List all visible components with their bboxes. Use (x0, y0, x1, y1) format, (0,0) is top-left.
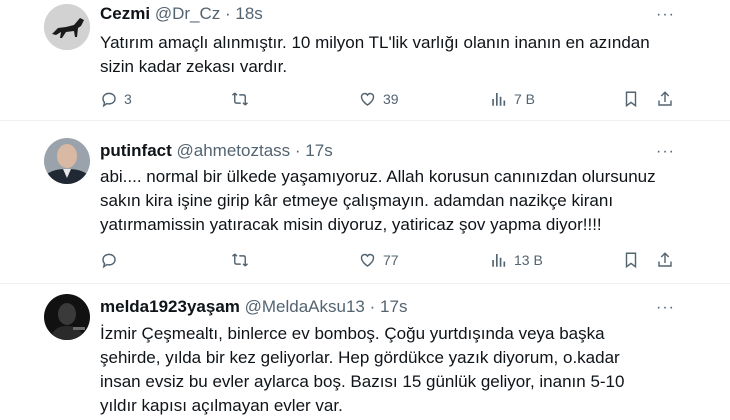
views-count: 13 B (514, 252, 543, 268)
share-icon (658, 252, 672, 267)
tweet-header: Cezmi @Dr_Cz · 18s (100, 4, 263, 24)
tweet-header: melda1923yaşam @MeldaAksu13 · 17s (100, 297, 407, 317)
tweet-1[interactable]: Cezmi @Dr_Cz · 18s ··· Yatırım amaçlı al… (0, 0, 730, 121)
more-icon[interactable]: ··· (656, 6, 675, 24)
repost-button[interactable] (230, 251, 256, 269)
handle[interactable]: @ahmetoztass (177, 141, 291, 160)
handle[interactable]: @MeldaAksu13 (245, 297, 365, 316)
repost-icon (231, 253, 249, 267)
tweet-3[interactable]: melda1923yaşam @MeldaAksu13 · 17s ··· İz… (0, 284, 730, 420)
views-button[interactable]: 7 B (490, 90, 535, 108)
repost-icon (231, 92, 249, 106)
tweet-text: abi.... normal bir ülkede yaşamıyoruz. A… (100, 167, 656, 234)
like-count: 39 (383, 91, 399, 107)
views-icon (492, 254, 506, 267)
timestamp[interactable]: 18s (235, 4, 262, 23)
tweet-text: İzmir Çeşmealtı, binlerce ev bomboş. Çoğ… (100, 324, 625, 415)
reply-button[interactable]: 3 (100, 90, 132, 108)
action-bar: 3 39 7 B (100, 90, 680, 112)
share-button[interactable] (656, 90, 674, 108)
bookmark-icon (625, 252, 637, 269)
bookmark-icon (625, 91, 637, 108)
timestamp[interactable]: 17s (305, 141, 332, 160)
like-count: 77 (383, 252, 399, 268)
display-name[interactable]: putinfact (100, 141, 172, 160)
reply-count: 3 (124, 91, 132, 107)
tweet-2[interactable]: putinfact @ahmetoztass · 17s ··· abi....… (0, 121, 730, 284)
like-icon (360, 253, 375, 267)
views-button[interactable]: 13 B (490, 251, 543, 269)
display-name[interactable]: Cezmi (100, 4, 150, 23)
share-icon (658, 91, 672, 106)
views-icon (492, 93, 506, 106)
separator: · (369, 297, 376, 316)
reply-icon (102, 253, 116, 269)
repost-button[interactable] (230, 90, 256, 108)
views-count: 7 B (514, 91, 536, 107)
avatar-melda[interactable] (44, 294, 90, 340)
tweet-header: putinfact @ahmetoztass · 17s (100, 141, 333, 161)
action-bar: 77 13 B (100, 251, 680, 273)
share-button[interactable] (656, 251, 674, 269)
timestamp[interactable]: 17s (380, 297, 407, 316)
more-icon[interactable]: ··· (656, 299, 675, 317)
more-icon[interactable]: ··· (656, 143, 675, 161)
handle[interactable]: @Dr_Cz (155, 4, 220, 23)
separator: · (294, 141, 301, 160)
avatar-cezmi[interactable] (44, 4, 90, 50)
display-name[interactable]: melda1923yaşam (100, 297, 240, 316)
reply-button[interactable] (100, 251, 124, 269)
avatar-putinfact[interactable] (44, 138, 90, 184)
reply-icon (102, 92, 116, 108)
like-icon (360, 92, 375, 106)
separator: · (224, 4, 231, 23)
like-button[interactable]: 77 (358, 251, 399, 269)
like-button[interactable]: 39 (358, 90, 399, 108)
bookmark-button[interactable] (622, 90, 640, 108)
bookmark-button[interactable] (622, 251, 640, 269)
tweet-text: Yatırım amaçlı alınmıştır. 10 milyon TL'… (100, 33, 650, 76)
